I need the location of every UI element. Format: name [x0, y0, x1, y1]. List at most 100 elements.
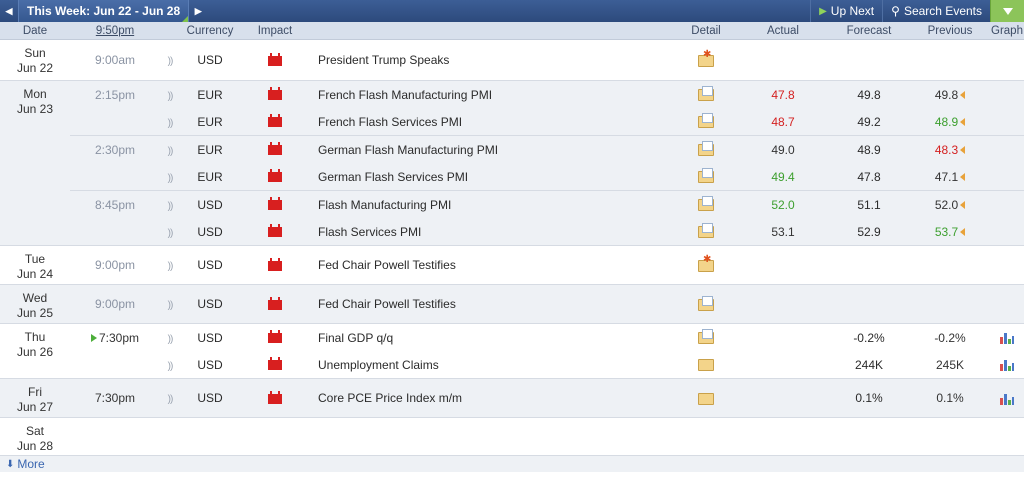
event-title[interactable]: Flash Services PMI	[310, 225, 674, 239]
event-title[interactable]: Core PCE Price Index m/m	[310, 391, 674, 405]
event-title[interactable]: German Flash Services PMI	[310, 170, 674, 184]
search-icon: ⚲	[891, 4, 900, 18]
forecast-value: 51.1	[857, 197, 881, 212]
detail-cell[interactable]	[674, 295, 738, 311]
detail-cell[interactable]	[674, 329, 738, 345]
graph-icon[interactable]	[1000, 359, 1014, 372]
detail-star-folder-icon[interactable]	[698, 254, 714, 272]
forecast-value: 48.9	[857, 142, 881, 157]
table-row[interactable]: 9:00pm)) USD Fed Chair Powell Testifies	[70, 246, 1024, 284]
next-week-button[interactable]: ▶	[189, 0, 207, 22]
more-link[interactable]: ⬇ More	[0, 456, 1024, 472]
day-events: 2:15pm)) EUR French Flash Manufacturing PM…	[70, 81, 1024, 245]
day-of-week: Tue	[24, 252, 46, 266]
table-row[interactable]: 2:30pm)) EUR German Flash Manufacturing PM…	[70, 136, 1024, 163]
currency-cell: EUR	[197, 142, 223, 157]
event-title[interactable]: President Trump Speaks	[310, 53, 674, 67]
col-time[interactable]: 9:50pm	[70, 25, 160, 37]
table-row[interactable]: )) EUR German Flash Services PMI 49.4 47.8 47…	[70, 163, 1024, 190]
graph-cell[interactable]	[990, 358, 1024, 372]
prev-week-button[interactable]: ◀	[0, 0, 18, 22]
detail-cell[interactable]	[674, 168, 738, 184]
high-impact-icon	[268, 330, 282, 344]
detail-cell[interactable]	[674, 49, 738, 67]
detail-cell[interactable]	[674, 141, 738, 157]
actual-value: 47.8	[771, 87, 795, 102]
detail-cell[interactable]	[674, 223, 738, 239]
graph-icon[interactable]	[1000, 332, 1014, 345]
detail-folder-icon[interactable]	[698, 359, 714, 372]
detail-cell[interactable]	[674, 196, 738, 212]
day-block: Tue Jun 24 9:00pm)) USD Fed Chair Powell Tes…	[0, 246, 1024, 285]
detail-folder-icon[interactable]	[698, 86, 714, 102]
week-label: This Week: Jun 22 - Jun 28	[27, 4, 181, 18]
table-row[interactable]: )) EUR French Flash Services PMI 48.7 49.2 48…	[70, 108, 1024, 135]
previous-cell: 49.8	[910, 88, 990, 102]
up-next-label: Up Next	[830, 4, 875, 18]
actual-value: 49.4	[771, 169, 795, 184]
table-row[interactable]: )) USD Unemployment Claims 244K 245K	[70, 351, 1024, 378]
col-detail: Detail	[691, 24, 721, 37]
event-title[interactable]: Flash Manufacturing PMI	[310, 198, 674, 212]
detail-cell[interactable]	[674, 254, 738, 272]
detail-star-folder-icon[interactable]	[698, 49, 714, 67]
calendar-table: Sun Jun 22 9:00am)) USD President Trump Spea…	[0, 40, 1024, 456]
detail-cell[interactable]	[674, 358, 738, 372]
forecast-value: 49.8	[857, 87, 881, 102]
table-row[interactable]: 8:45pm)) USD Flash Manufacturing PMI 52.0 51…	[70, 191, 1024, 218]
day-cell: Mon Jun 23	[0, 81, 70, 245]
event-title[interactable]: German Flash Manufacturing PMI	[310, 143, 674, 157]
detail-folder-icon[interactable]	[698, 113, 714, 129]
detail-folder-icon[interactable]	[698, 329, 714, 345]
impact-cell	[240, 87, 310, 102]
currency-cell: USD	[197, 224, 223, 239]
day-block: Wed Jun 25 9:00pm)) USD Fed Chair Powell Tes…	[0, 285, 1024, 324]
time-group: 7:30pm)) USD Core PCE Price Index m/m 0.1% 0…	[70, 379, 1024, 417]
previous-value: 0.1%	[936, 391, 964, 405]
detail-folder-icon[interactable]	[698, 196, 714, 212]
day-cell: Sat Jun 28	[0, 418, 70, 455]
detail-cell[interactable]	[674, 86, 738, 102]
table-row[interactable]: 7:30pm)) USD Final GDP q/q -0.2% -0.2%	[70, 324, 1024, 351]
table-row[interactable]: 7:30pm)) USD Core PCE Price Index m/m 0.1% 0…	[70, 379, 1024, 417]
currency-cell: USD	[197, 197, 223, 212]
table-row[interactable]: )) USD Flash Services PMI 53.1 52.9 53.7	[70, 218, 1024, 245]
detail-folder-icon[interactable]	[698, 168, 714, 184]
event-title[interactable]: Final GDP q/q	[310, 331, 674, 345]
detail-folder-icon[interactable]	[698, 392, 714, 405]
table-row[interactable]: 9:00pm)) USD Fed Chair Powell Testifies	[70, 285, 1024, 323]
up-next-icon: ▶	[819, 5, 827, 17]
time-group: 8:45pm)) USD Flash Manufacturing PMI 52.0 51…	[70, 191, 1024, 245]
time-group: 2:15pm)) EUR French Flash Manufacturing PM…	[70, 81, 1024, 136]
repeat-cell: ))	[160, 88, 180, 102]
graph-cell[interactable]	[990, 331, 1024, 345]
col-date: Date	[22, 24, 48, 37]
event-title[interactable]: French Flash Manufacturing PMI	[310, 88, 674, 102]
filter-button[interactable]	[990, 0, 1024, 22]
event-title[interactable]: Unemployment Claims	[310, 358, 674, 372]
week-selector[interactable]: This Week: Jun 22 - Jun 28	[18, 0, 190, 22]
repeat-icon: ))	[167, 300, 174, 311]
detail-folder-icon[interactable]	[698, 295, 714, 311]
impact-cell	[240, 390, 310, 405]
detail-folder-icon[interactable]	[698, 223, 714, 239]
up-next-button[interactable]: ▶ Up Next	[810, 0, 882, 22]
graph-icon[interactable]	[1000, 393, 1014, 405]
time-group: 7:30pm)) USD Final GDP q/q -0.2% -0.2%)) USD U…	[70, 324, 1024, 378]
event-title[interactable]: French Flash Services PMI	[310, 115, 674, 129]
event-title[interactable]: Fed Chair Powell Testifies	[310, 258, 674, 272]
table-row[interactable]: 9:00am)) USD President Trump Speaks	[70, 40, 1024, 80]
repeat-cell: ))	[160, 225, 180, 239]
impact-cell	[240, 330, 310, 345]
event-time-text: 9:00pm	[94, 297, 136, 311]
detail-cell[interactable]	[674, 113, 738, 129]
search-events-button[interactable]: ⚲ Search Events	[882, 0, 990, 22]
event-time-text: 8:45pm	[94, 197, 136, 212]
graph-cell[interactable]	[990, 391, 1024, 405]
event-title[interactable]: Fed Chair Powell Testifies	[310, 297, 674, 311]
previous-value: 52.0	[934, 197, 959, 212]
table-row[interactable]: 2:15pm)) EUR French Flash Manufacturing PM…	[70, 81, 1024, 108]
detail-cell[interactable]	[674, 391, 738, 405]
detail-folder-icon[interactable]	[698, 141, 714, 157]
currency-cell: USD	[197, 258, 223, 272]
